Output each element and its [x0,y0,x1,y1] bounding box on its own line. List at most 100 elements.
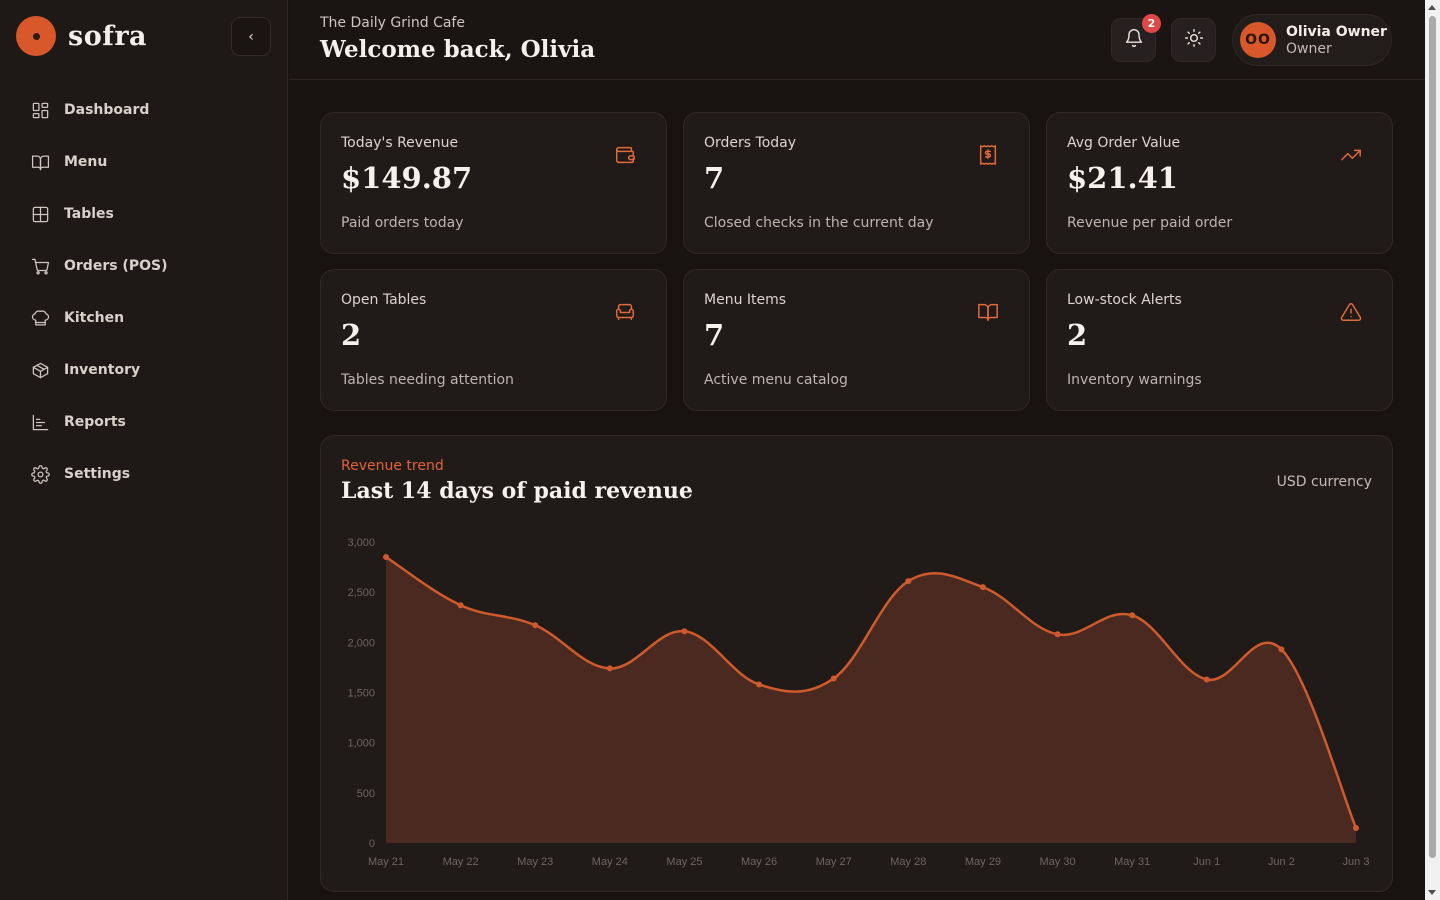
y-tick-label: 3,000 [347,537,375,549]
sidebar: sofra ‹ Dashboard Menu Tables Orders (PO… [0,0,288,900]
y-tick-label: 1,000 [347,738,375,750]
x-tick-label: May 26 [741,856,777,868]
brand-name: sofra [68,20,148,52]
stat-subtitle: Tables needing attention [341,372,514,388]
x-tick-label: Jun 2 [1268,856,1295,868]
sidebar-nav: Dashboard Menu Tables Orders (POS) Kitch… [16,84,272,500]
package-icon [30,360,50,380]
y-tick-label: 0 [369,838,375,850]
brand[interactable]: sofra [16,16,147,56]
data-point-9 [1054,631,1061,638]
stat-value: 7 [704,318,725,352]
x-tick-label: Jun 3 [1343,856,1370,868]
x-tick-label: May 23 [517,856,553,868]
cart-icon [30,256,50,276]
sidebar-item-menu[interactable]: Menu [16,136,272,188]
bell-icon [1124,28,1144,52]
sidebar-item-orders[interactable]: Orders (POS) [16,240,272,292]
data-point-8 [979,584,986,591]
collapse-sidebar-button[interactable]: ‹ [231,17,271,56]
data-point-12 [1278,646,1285,653]
data-point-0 [383,554,389,561]
x-tick-label: May 25 [666,856,702,868]
bar-chart-icon [30,412,50,432]
stat-card-orders-today: Orders Today 7 Closed checks in the curr… [683,112,1030,254]
stat-title: Orders Today [704,135,797,151]
x-tick-label: May 22 [443,856,479,868]
book-icon [30,152,50,172]
x-tick-label: May 29 [965,856,1001,868]
x-tick-label: May 28 [890,856,926,868]
sidebar-item-kitchen[interactable]: Kitchen [16,292,272,344]
scroll-thumb[interactable] [1429,16,1436,858]
stat-subtitle: Closed checks in the current day [704,215,934,231]
sidebar-item-settings[interactable]: Settings [16,448,272,500]
scrollbar[interactable] [1425,0,1440,900]
y-tick-label: 2,000 [347,637,375,649]
sidebar-item-label: Dashboard [64,102,150,118]
receipt-icon [977,144,999,166]
sidebar-item-label: Orders (POS) [64,258,168,274]
sidebar-item-reports[interactable]: Reports [16,396,272,448]
notification-badge: 2 [1142,14,1161,33]
wallet-icon [614,144,636,166]
sidebar-item-inventory[interactable]: Inventory [16,344,272,396]
x-tick-label: May 27 [816,856,852,868]
revenue-trend-panel: Revenue trend Last 14 days of paid reven… [320,435,1393,892]
stat-title: Menu Items [704,292,787,308]
sidebar-item-label: Tables [64,206,114,222]
stat-value: 2 [341,318,362,352]
stat-subtitle: Inventory warnings [1067,372,1202,388]
data-point-4 [681,628,688,635]
data-point-6 [830,675,837,682]
sidebar-item-label: Inventory [64,362,141,378]
stat-title: Low-stock Alerts [1067,292,1182,308]
page-title: Welcome back, Olivia [320,36,596,63]
gear-icon [30,464,50,484]
stat-card-open-tables: Open Tables 2 Tables needing attention [320,269,667,411]
user-name: Olivia Owner [1286,23,1387,40]
stat-value: 7 [704,161,725,195]
notifications-button[interactable]: 2 [1111,14,1161,62]
data-point-1 [457,602,464,609]
dashboard-icon [30,100,50,120]
stat-value: 2 [1067,318,1088,352]
user-menu[interactable]: OO Olivia Owner Owner [1232,14,1392,66]
cafe-name: The Daily Grind Cafe [320,15,465,31]
data-point-7 [905,578,912,585]
user-role: Owner [1286,40,1332,57]
revenue-chart: 0 500 1,000 1,500 2,000 2,500 3,000 May 21 May 2… [347,537,1370,868]
book-open-icon [977,301,999,323]
stat-subtitle: Revenue per paid order [1067,215,1233,231]
stat-card-low-stock-alerts: Low-stock Alerts 2 Inventory warnings [1046,269,1393,411]
top-header: The Daily Grind Cafe Welcome back, Olivi… [289,0,1425,80]
y-tick-label: 500 [357,788,375,800]
data-point-2 [532,622,539,629]
logo-dot-icon [16,16,56,56]
x-tick-label: May 24 [592,856,628,868]
stat-card-menu-items: Menu Items 7 Active menu catalog [683,269,1030,411]
sidebar-item-dashboard[interactable]: Dashboard [16,84,272,136]
y-tick-label: 2,500 [347,587,375,599]
stat-title: Open Tables [341,292,427,308]
revenue-area [386,557,1356,843]
scroll-up-arrow-icon[interactable] [1428,5,1436,10]
scroll-down-arrow-icon[interactable] [1428,890,1436,895]
grid-icon [30,204,50,224]
stat-card-avg-order-value: Avg Order Value $21.41 Revenue per paid … [1046,112,1393,254]
x-tick-label: May 21 [368,856,404,868]
sidebar-item-tables[interactable]: Tables [16,188,272,240]
x-tick-label: May 30 [1039,856,1075,868]
stat-subtitle: Paid orders today [341,215,464,231]
stat-subtitle: Active menu catalog [704,372,848,388]
data-point-11 [1203,676,1210,683]
data-point-13 [1353,824,1359,831]
sidebar-item-label: Menu [64,154,108,170]
stat-title: Avg Order Value [1067,135,1181,151]
stat-value: $21.41 [1067,161,1178,195]
data-point-3 [606,665,613,672]
theme-toggle-button[interactable] [1171,18,1216,62]
stat-title: Today's Revenue [341,135,459,151]
sun-icon [1184,28,1204,52]
sidebar-item-label: Reports [64,414,126,430]
